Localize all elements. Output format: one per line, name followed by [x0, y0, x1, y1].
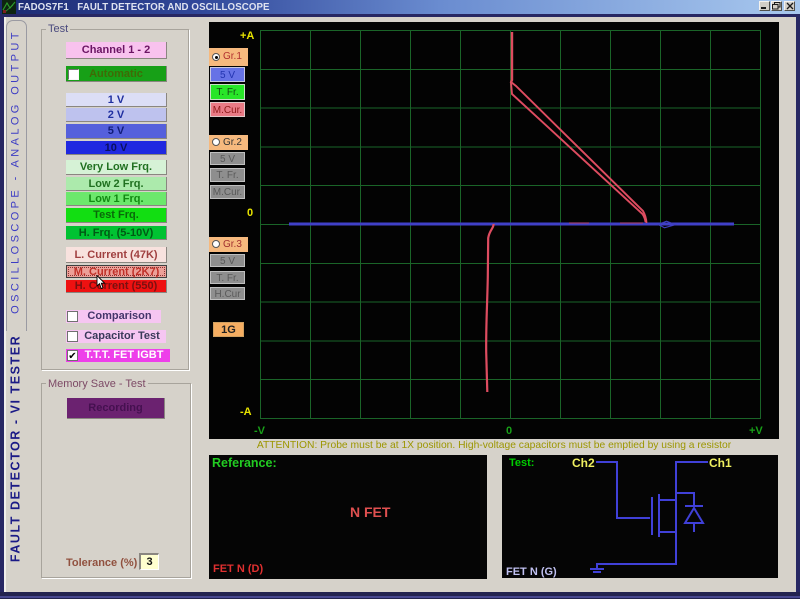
svg-text:-A: -A: [240, 406, 252, 418]
svg-text:+V: +V: [749, 425, 763, 437]
svg-text:+A: +A: [240, 30, 254, 42]
svg-text:0: 0: [506, 425, 512, 437]
svg-text:-V: -V: [254, 425, 266, 437]
svg-text:0: 0: [247, 207, 253, 219]
